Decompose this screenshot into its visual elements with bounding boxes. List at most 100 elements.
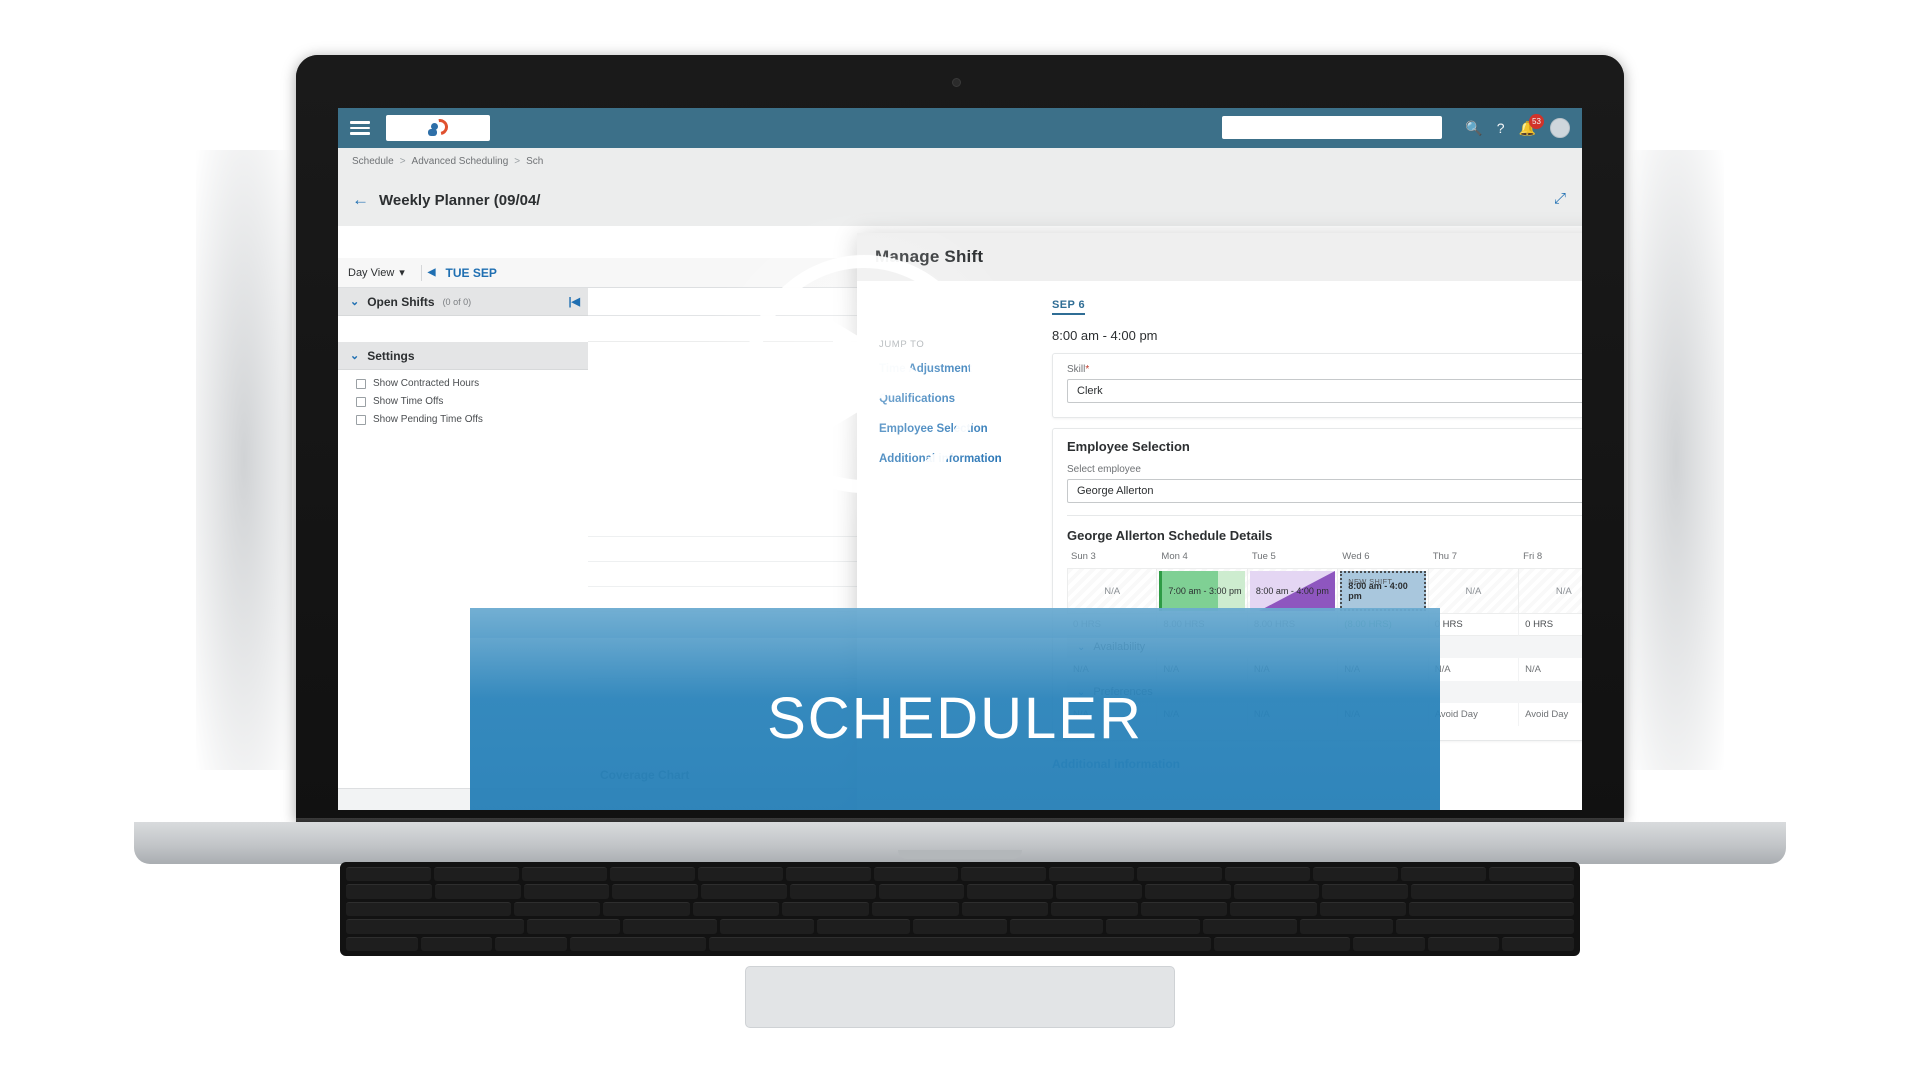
week-header: Sun 3 Mon 4 Tue 5 Wed 6 Thu 7 Fri 8 Sat …: [1067, 551, 1582, 568]
app-logo[interactable]: [386, 115, 490, 141]
date-navigator: ◀ TUE SEP: [428, 266, 497, 280]
divider: [1067, 515, 1582, 516]
day-cell-thu[interactable]: N/A: [1428, 568, 1520, 614]
open-shifts-group[interactable]: ⌄ Open Shifts (0 of 0) |◀: [338, 288, 588, 316]
workforce-logo-icon: [428, 115, 452, 139]
shift-summary: 8:00 am - 4:00 pm Deli Clerk: [1052, 328, 1582, 343]
cell-value: N/A: [1555, 585, 1572, 597]
skill-input[interactable]: Clerk: [1067, 379, 1582, 403]
cell-value: N/A: [1104, 585, 1121, 597]
preferences-cell: Avoid Day: [1519, 703, 1582, 726]
header-icons: 🔍 ? 🔔 53: [1465, 108, 1570, 148]
hamburger-icon[interactable]: [350, 121, 370, 135]
breadcrumb-item-2[interactable]: Sch: [526, 156, 543, 167]
shift-block-existing[interactable]: 7:00 am - 3:00 pm: [1159, 571, 1245, 611]
breadcrumb: Schedule > Advanced Scheduling > Sch: [338, 148, 1582, 174]
skill-field-label: Skill*: [1067, 364, 1582, 375]
chevron-down-icon: ⌄: [350, 296, 360, 308]
lid-shadow-right: [1628, 150, 1724, 770]
banner-title: SCHEDULER: [767, 685, 1143, 751]
day-cell-fri[interactable]: N/A: [1519, 568, 1582, 614]
app-header: 🔍 ? 🔔 53: [338, 108, 1582, 148]
help-icon[interactable]: ?: [1497, 121, 1505, 135]
skill-label-text: Skill: [1067, 364, 1086, 375]
setting-label: Show Time Offs: [373, 396, 444, 407]
select-employee-label: Select employee: [1067, 464, 1141, 475]
scheduling-app: 🔍 ? 🔔 53 Schedule > Advanced Scheduling …: [338, 108, 1582, 810]
webcam-icon: [952, 78, 961, 87]
day-header: Wed 6: [1342, 551, 1370, 562]
lid-shadow-left: [196, 150, 292, 770]
toolbar-divider: [420, 264, 422, 281]
back-arrow-icon[interactable]: ←: [352, 190, 369, 210]
setting-show-pending-time-offs[interactable]: Show Pending Time Offs: [356, 414, 588, 425]
laptop-trackpad: [745, 966, 1175, 1028]
shift-date-tab[interactable]: SEP 6: [1052, 299, 1085, 315]
current-date-label: TUE SEP: [445, 265, 497, 280]
play-button[interactable]: [745, 255, 983, 493]
breadcrumb-separator: >: [399, 155, 406, 167]
settings-group[interactable]: ⌄ Settings: [338, 342, 588, 370]
open-shifts-label: Open Shifts: [367, 294, 435, 309]
laptop-screen: 🔍 ? 🔔 53 Schedule > Advanced Scheduling …: [338, 108, 1582, 810]
keyboard-row: [346, 936, 1575, 952]
employee-selection-title: Employee Selection: [1067, 439, 1190, 454]
header-search-box[interactable]: [1222, 116, 1442, 139]
settings-label: Settings: [367, 348, 415, 363]
cell-value: N/A: [1465, 585, 1482, 597]
keyboard-row: [346, 867, 1574, 882]
screenshot-root: 🔍 ? 🔔 53 Schedule > Advanced Scheduling …: [0, 0, 1920, 1080]
chevron-down-icon: ⌄: [350, 350, 360, 362]
play-icon: [833, 321, 921, 427]
page-title: Weekly Planner (09/04/: [379, 191, 541, 209]
keyboard-row: [346, 901, 1574, 917]
laptop-base-notch: [898, 850, 1022, 859]
hours-cell: 0 HRS: [1519, 614, 1582, 636]
hours-cell: 0 HRS: [1428, 614, 1520, 636]
laptop-keyboard: [340, 862, 1580, 956]
employee-input-wrap: George Allerton ⊗ ▤: [1067, 479, 1582, 503]
breadcrumb-separator: >: [514, 155, 521, 167]
search-icon[interactable]: 🔍: [1465, 121, 1482, 135]
skill-input-wrap: Clerk ⊗ ▤: [1067, 379, 1582, 403]
checkbox-icon[interactable]: [356, 396, 366, 407]
day-header: Mon 4: [1161, 551, 1188, 562]
availability-cell: N/A: [1519, 658, 1582, 681]
view-selector[interactable]: Day View ▾: [338, 266, 415, 280]
required-marker: *: [1085, 364, 1090, 375]
setting-show-time-offs[interactable]: Show Time Offs: [356, 396, 588, 407]
shift-time: 7:00 am - 3:00 pm: [1168, 586, 1242, 596]
setting-label: Show Contracted Hours: [373, 378, 480, 389]
availability-cell: N/A: [1429, 658, 1520, 681]
notification-badge: 53: [1529, 114, 1544, 129]
notifications-icon[interactable]: 🔔 53: [1519, 114, 1544, 135]
preferences-cell: Avoid Day: [1429, 703, 1520, 726]
open-shifts-count: (0 of 0): [442, 296, 472, 307]
skill-card: Skill* Clerk ⊗ ▤: [1052, 353, 1582, 418]
dock-panel-icon[interactable]: |◀: [568, 295, 580, 308]
schedule-details-title: George Allerton Schedule Details: [1067, 528, 1273, 543]
day-header: Fri 8: [1523, 551, 1543, 562]
checkbox-icon[interactable]: [356, 414, 366, 425]
shift-time: 8:00 am - 4:00 pm: [1348, 581, 1408, 601]
page-title-bar: ← Weekly Planner (09/04/ ⤢: [338, 174, 1582, 226]
avatar[interactable]: [1550, 118, 1570, 138]
day-header: Sun 3: [1071, 551, 1096, 562]
prev-day-icon[interactable]: ◀: [428, 267, 436, 278]
shift-time: 8:00 am - 4:00 pm: [1255, 586, 1329, 596]
day-header: Thu 7: [1432, 551, 1457, 562]
checkbox-icon[interactable]: [356, 378, 366, 389]
breadcrumb-item-0[interactable]: Schedule: [352, 156, 394, 167]
expand-icon[interactable]: ⤢: [1554, 190, 1566, 207]
shift-block-new[interactable]: NEW SHIFT 8:00 am - 4:00 pm: [1340, 571, 1426, 611]
employee-input[interactable]: George Allerton: [1067, 479, 1582, 503]
chevron-down-icon: ▾: [399, 267, 405, 279]
settings-options: Show Contracted Hours Show Time Offs Sho…: [338, 370, 588, 425]
view-selector-label: Day View: [348, 266, 395, 279]
keyboard-row: [346, 884, 1574, 899]
setting-show-contracted-hours[interactable]: Show Contracted Hours: [356, 378, 588, 389]
breadcrumb-item-1[interactable]: Advanced Scheduling: [412, 156, 509, 167]
shift-time-range: 8:00 am - 4:00 pm: [1052, 328, 1158, 343]
day-header: Tue 5: [1251, 551, 1276, 562]
shift-block-existing[interactable]: 8:00 am - 4:00 pm: [1249, 571, 1336, 611]
